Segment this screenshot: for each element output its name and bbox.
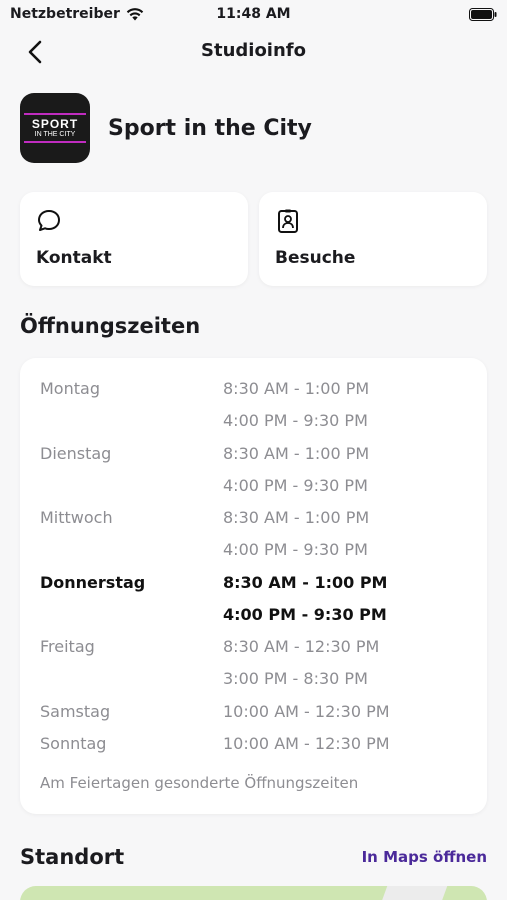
time-range: 10:00 AM - 12:30 PM [223, 702, 390, 721]
action-cards: Kontakt Besuche [20, 192, 487, 286]
day-label: Freitag [40, 637, 95, 656]
hours-row-today: 4:00 PM - 9:30 PM [20, 605, 487, 631]
location-title: Standort [20, 845, 125, 869]
logo-stripe [24, 141, 86, 143]
map-road [372, 886, 448, 900]
status-time: 11:48 AM [216, 6, 291, 22]
opening-hours-card: Montag 8:30 AM - 1:00 PM 4:00 PM - 9:30 … [20, 358, 487, 814]
time-range: 8:30 AM - 12:30 PM [223, 637, 380, 656]
day-label: Montag [40, 379, 100, 398]
time-range: 8:30 AM - 1:00 PM [223, 379, 370, 398]
location-map[interactable] [20, 886, 487, 900]
logo-line-1: SPORT [31, 117, 79, 131]
battery-icon [469, 8, 497, 21]
time-range: 3:00 PM - 8:30 PM [223, 669, 368, 688]
logo-line-2: IN THE CITY [34, 131, 76, 138]
holiday-note: Am Feiertagen gesonderte Öffnungszeiten [40, 774, 359, 792]
studio-header: SPORT IN THE CITY Sport in the City [20, 93, 312, 163]
hours-row: Montag 8:30 AM - 1:00 PM [20, 379, 487, 405]
day-label: Dienstag [40, 444, 112, 463]
hours-row: Sonntag 10:00 AM - 12:30 PM [20, 734, 487, 760]
visits-label: Besuche [275, 248, 356, 268]
contact-label: Kontakt [36, 248, 112, 268]
studio-logo: SPORT IN THE CITY [20, 93, 90, 163]
studio-name: Sport in the City [108, 115, 312, 141]
logo-stripe [24, 113, 86, 115]
time-range: 8:30 AM - 1:00 PM [223, 508, 370, 527]
opening-hours-title: Öffnungszeiten [20, 314, 201, 338]
time-range: 10:00 AM - 12:30 PM [223, 734, 390, 753]
status-bar: Netzbetreiber 11:48 AM [0, 0, 507, 30]
hours-row: 4:00 PM - 9:30 PM [20, 476, 487, 502]
hours-row: 4:00 PM - 9:30 PM [20, 540, 487, 566]
time-range: 4:00 PM - 9:30 PM [223, 411, 368, 430]
time-range: 4:00 PM - 9:30 PM [223, 605, 387, 624]
hours-row-today: Donnerstag 8:30 AM - 1:00 PM [20, 573, 487, 599]
navigation-bar: Studioinfo [0, 30, 507, 74]
hours-row: Samstag 10:00 AM - 12:30 PM [20, 702, 487, 728]
id-badge-icon [278, 209, 298, 233]
time-range: 8:30 AM - 1:00 PM [223, 444, 370, 463]
hours-row: Dienstag 8:30 AM - 1:00 PM [20, 444, 487, 470]
time-range: 4:00 PM - 9:30 PM [223, 540, 368, 559]
day-label: Sonntag [40, 734, 107, 753]
day-label: Mittwoch [40, 508, 113, 527]
day-label: Donnerstag [40, 573, 146, 592]
visits-card[interactable]: Besuche [259, 192, 487, 286]
hours-row: 3:00 PM - 8:30 PM [20, 669, 487, 695]
contact-card[interactable]: Kontakt [20, 192, 248, 286]
chat-bubble-icon [38, 210, 60, 231]
hours-row: Mittwoch 8:30 AM - 1:00 PM [20, 508, 487, 534]
hours-row: 4:00 PM - 9:30 PM [20, 411, 487, 437]
open-in-maps-link[interactable]: In Maps öffnen [362, 848, 487, 866]
day-label: Samstag [40, 702, 111, 721]
time-range: 8:30 AM - 1:00 PM [223, 573, 388, 592]
time-range: 4:00 PM - 9:30 PM [223, 476, 368, 495]
hours-row: Freitag 8:30 AM - 12:30 PM [20, 637, 487, 663]
page-title: Studioinfo [201, 40, 306, 61]
